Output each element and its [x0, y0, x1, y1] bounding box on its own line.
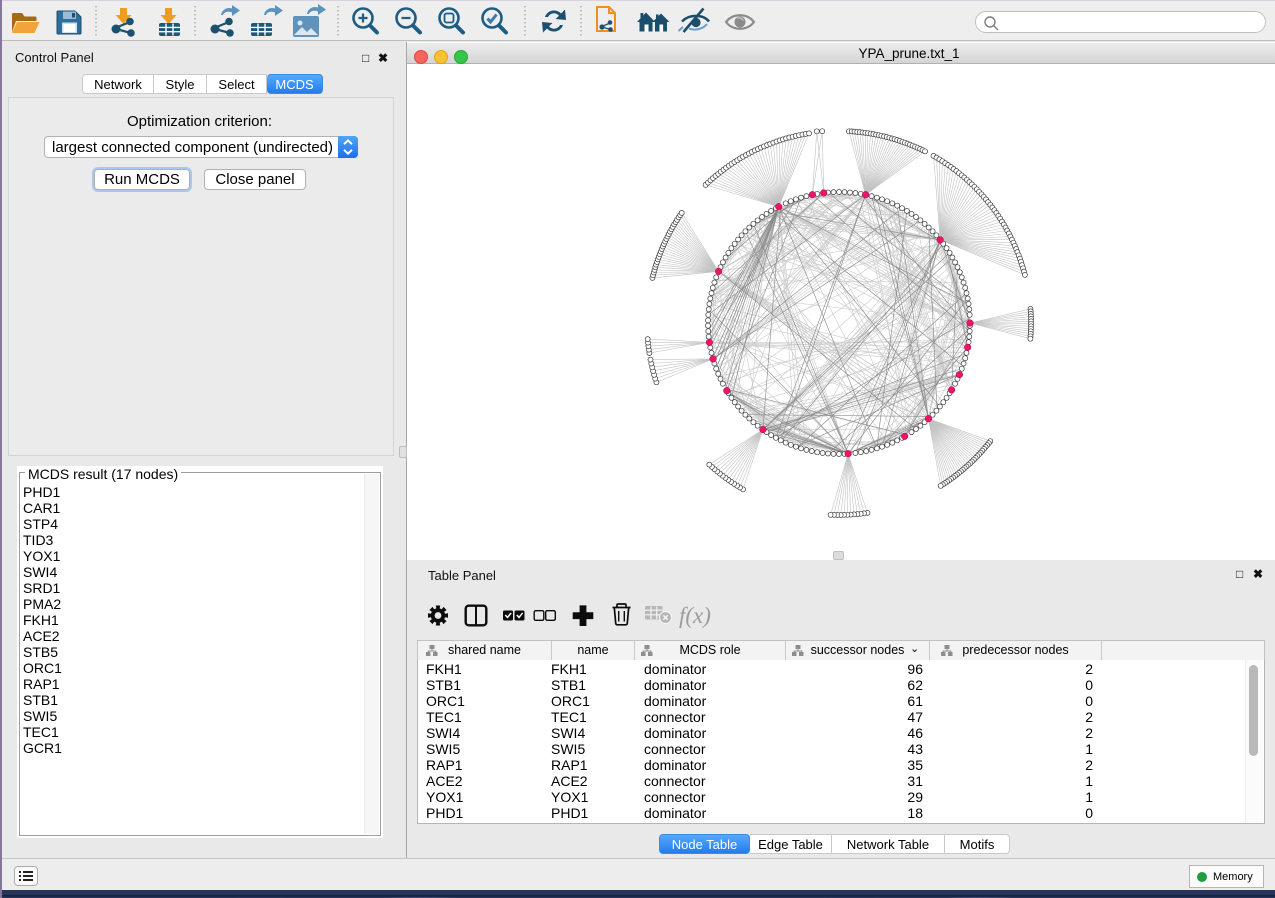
svg-text:f(x): f(x)	[679, 603, 711, 628]
